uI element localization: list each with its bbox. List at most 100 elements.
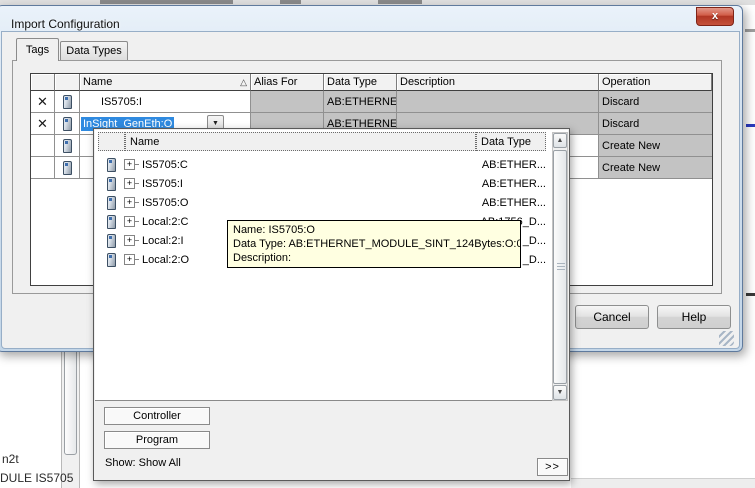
tag-name: Local:2:I <box>142 235 184 247</box>
scrollbar-thumb[interactable] <box>553 150 567 384</box>
operation-cell[interactable]: Create New <box>599 157 712 179</box>
tag-name: IS5705:I <box>142 178 183 190</box>
tree-connector <box>135 164 139 165</box>
delete-x-icon: ✕ <box>37 95 48 108</box>
header-data-type[interactable]: Data Type <box>476 132 546 151</box>
tag-icon <box>107 234 116 248</box>
header-delete-column <box>31 74 55 91</box>
tag-tooltip: Name: IS5705:O Data Type: AB:ETHERNET_MO… <box>227 220 521 268</box>
expand-plus-icon[interactable]: + <box>124 254 135 265</box>
background-fragment <box>100 0 233 4</box>
program-button[interactable]: Program <box>104 431 210 449</box>
delete-cell[interactable]: ✕ <box>31 91 55 113</box>
data-type-cell: AB:ETHERNE <box>324 91 397 113</box>
tree-connector <box>135 221 139 222</box>
background-fragment <box>746 293 755 296</box>
tag-icon <box>107 196 116 210</box>
help-button[interactable]: Help <box>657 305 731 329</box>
tag-name: Local:2:O <box>142 254 189 266</box>
alias-cell <box>251 91 324 113</box>
scroll-down-icon[interactable]: ▼ <box>553 385 567 400</box>
header-alias-for[interactable]: Alias For <box>251 74 324 91</box>
header-name[interactable]: Name △ <box>80 74 251 91</box>
scroll-up-icon[interactable]: ▲ <box>553 133 567 148</box>
tree-connector <box>135 183 139 184</box>
expand-plus-icon[interactable]: + <box>124 235 135 246</box>
operation-cell[interactable]: Discard <box>599 113 712 135</box>
controller-button[interactable]: Controller <box>104 407 210 425</box>
tab-data-types[interactable]: Data Types <box>60 41 128 61</box>
tag-data-type: AB:ETHER... <box>482 197 546 209</box>
expand-plus-icon[interactable]: + <box>124 178 135 189</box>
background-fragment <box>378 0 422 4</box>
header-description[interactable]: Description <box>397 74 599 91</box>
header-name[interactable]: Name <box>125 132 476 151</box>
popup-scrollbar[interactable]: ▲ ▼ <box>552 132 568 401</box>
dialog-title: Import Configuration <box>11 17 120 31</box>
description-cell <box>397 91 599 113</box>
table-row: ✕ IS5705:I AB:ETHERNE Discard <box>31 91 712 113</box>
expand-plus-icon[interactable]: + <box>124 216 135 227</box>
tooltip-type-line: Data Type: AB:ETHERNET_MODULE_SINT_124By… <box>233 237 515 251</box>
icon-cell <box>55 91 80 113</box>
name-cell[interactable]: IS5705:I <box>80 91 251 113</box>
expand-browser-button[interactable]: >> <box>537 458 568 476</box>
thumb-grip-icon <box>557 263 565 270</box>
tag-icon <box>63 139 72 153</box>
tree-connector <box>135 240 139 241</box>
icon-cell <box>55 135 80 157</box>
tag-name: IS5705:C <box>142 159 188 171</box>
header-data-type[interactable]: Data Type <box>324 74 397 91</box>
close-icon: x <box>712 10 718 22</box>
background-fragment-bottom <box>571 478 755 488</box>
tag-icon <box>63 117 72 131</box>
icon-cell <box>55 113 80 135</box>
delete-cell[interactable]: ✕ <box>31 113 55 135</box>
expand-plus-icon[interactable]: + <box>124 197 135 208</box>
tag-data-type: _D... <box>523 235 546 247</box>
list-item[interactable]: + IS5705:O AB:ETHER... <box>98 193 546 212</box>
background-fragment <box>280 0 301 4</box>
tag-icon <box>107 215 116 229</box>
tree-connector <box>135 202 139 203</box>
delete-cell[interactable] <box>31 135 55 157</box>
tag-icon <box>107 253 116 267</box>
table-header-row: Name △ Alias For Data Type Description O… <box>31 74 712 91</box>
tag-data-type: AB:ETHER... <box>482 178 546 190</box>
list-item[interactable]: + IS5705:C AB:ETHER... <box>98 155 546 174</box>
list-item[interactable]: + IS5705:I AB:ETHER... <box>98 174 546 193</box>
tag-icon <box>107 158 116 172</box>
scrollbar-thumb[interactable] <box>64 349 77 455</box>
background-fragment <box>746 124 755 127</box>
background-text: DULE IS5705 <box>0 471 73 485</box>
operation-cell[interactable]: Create New <box>599 135 712 157</box>
tab-tags[interactable]: Tags <box>16 38 59 61</box>
expand-plus-icon[interactable]: + <box>124 159 135 170</box>
tree-connector <box>135 259 139 260</box>
tooltip-name-line: Name: IS5705:O <box>233 223 515 237</box>
show-filter-label: Show: Show All <box>105 457 181 469</box>
background-scrollbar[interactable] <box>61 345 80 488</box>
operation-cell[interactable]: Discard <box>599 91 712 113</box>
background-fragment <box>745 29 755 32</box>
tag-name: Local:2:C <box>142 216 188 228</box>
popup-footer: Controller Program Show: Show All >> <box>95 401 568 480</box>
tag-browser-popup: Name Data Type + IS5705:C AB:ETHER... + … <box>93 128 570 481</box>
delete-cell[interactable] <box>31 157 55 179</box>
close-button[interactable]: x <box>696 7 734 26</box>
icon-cell <box>55 157 80 179</box>
resize-grip-icon[interactable] <box>719 331 734 346</box>
cancel-button[interactable]: Cancel <box>575 305 649 329</box>
delete-x-icon: ✕ <box>37 117 48 130</box>
header-operation[interactable]: Operation <box>599 74 712 91</box>
tag-list-header: Name Data Type <box>98 132 546 151</box>
chevron-down-icon: ▼ <box>212 120 219 127</box>
sort-ascending-icon: △ <box>240 78 247 87</box>
tag-icon <box>63 95 72 109</box>
header-icon-column <box>98 132 125 151</box>
header-icon-column <box>55 74 80 91</box>
tag-data-type: AB:ETHER... <box>482 159 546 171</box>
tag-name: IS5705:O <box>142 197 188 209</box>
background-text: n2t <box>2 452 19 466</box>
tag-data-type: _D... <box>523 254 546 266</box>
